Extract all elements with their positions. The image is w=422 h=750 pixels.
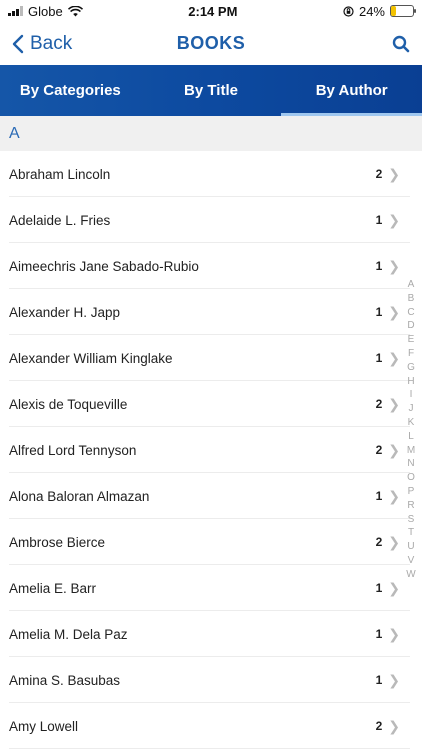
battery-icon: [390, 5, 416, 17]
chevron-right-icon: ❯: [388, 257, 400, 274]
alphabet-index[interactable]: A B C D E F G H I J K L M N O P R S T U …: [404, 278, 418, 582]
chevron-right-icon: ❯: [388, 487, 400, 504]
list-item[interactable]: Alexander William Kinglake 1 ❯: [0, 335, 422, 381]
author-name: Alexis de Toqueville: [9, 396, 128, 412]
book-count: 1: [375, 213, 383, 227]
carrier-label: Globe: [28, 3, 63, 19]
wifi-icon: [67, 5, 83, 16]
chevron-right-icon: ❯: [388, 717, 400, 734]
book-count: 2: [375, 443, 383, 457]
index-letter[interactable]: L: [408, 430, 414, 444]
signal-icon: [8, 6, 23, 16]
back-label: Back: [30, 32, 73, 54]
author-name: Alexander William Kinglake: [9, 350, 173, 366]
list-item[interactable]: Amina S. Basubas 1 ❯: [0, 657, 422, 703]
index-letter[interactable]: E: [408, 333, 415, 347]
list-item[interactable]: Abraham Lincoln 2 ❯: [0, 151, 422, 197]
index-letter[interactable]: U: [407, 540, 414, 554]
chevron-right-icon: ❯: [388, 579, 400, 596]
index-letter[interactable]: S: [408, 513, 415, 527]
chevron-right-icon: ❯: [388, 625, 400, 642]
tab-bar: By Categories By Title By Author: [0, 65, 422, 116]
book-count: 1: [375, 673, 383, 687]
index-letter[interactable]: K: [408, 416, 415, 430]
index-letter[interactable]: N: [407, 457, 414, 471]
index-letter[interactable]: R: [407, 499, 414, 513]
list-item[interactable]: Amy Lowell 2 ❯: [0, 703, 422, 749]
status-right: 24%: [343, 3, 416, 19]
author-name: Amy Lowell: [9, 718, 79, 734]
battery-percent: 24%: [358, 3, 385, 19]
author-name: Abraham Lincoln: [9, 166, 111, 182]
tab-by-title[interactable]: By Title: [141, 65, 282, 116]
author-name: Ambrose Bierce: [9, 534, 106, 550]
section-letter: A: [9, 124, 20, 142]
book-count: 2: [375, 535, 383, 549]
book-count: 2: [375, 719, 383, 733]
book-count: 1: [375, 489, 383, 503]
index-letter[interactable]: H: [407, 375, 414, 389]
index-letter[interactable]: V: [408, 554, 415, 568]
search-icon[interactable]: [392, 35, 410, 53]
status-bar: Globe 2:14 PM 24%: [0, 0, 422, 22]
index-letter[interactable]: F: [408, 347, 414, 361]
author-name: Amina S. Basubas: [9, 672, 121, 688]
tab-by-author[interactable]: By Author: [281, 65, 422, 116]
book-count: 1: [375, 305, 383, 319]
list-item[interactable]: Aimeechris Jane Sabado-Rubio 1 ❯: [0, 243, 422, 289]
page-title: BOOKS: [176, 33, 246, 53]
list-item[interactable]: Alexander H. Japp 1 ❯: [0, 289, 422, 335]
chevron-right-icon: ❯: [388, 671, 400, 688]
orientation-lock-icon: [343, 5, 354, 17]
chevron-right-icon: ❯: [388, 165, 400, 182]
index-letter[interactable]: G: [407, 361, 415, 375]
section-header: A: [0, 116, 422, 151]
index-letter[interactable]: M: [407, 444, 415, 458]
author-name: Adelaide L. Fries: [9, 212, 111, 228]
list-item[interactable]: Ambrose Bierce 2 ❯: [0, 519, 422, 565]
list-item[interactable]: Alfred Lord Tennyson 2 ❯: [0, 427, 422, 473]
index-letter[interactable]: J: [409, 402, 414, 416]
index-letter[interactable]: T: [408, 526, 414, 540]
book-count: 1: [375, 627, 383, 641]
list-item[interactable]: Adelaide L. Fries 1 ❯: [0, 197, 422, 243]
author-name: Alfred Lord Tennyson: [9, 442, 137, 458]
index-letter[interactable]: O: [407, 471, 415, 485]
chevron-right-icon: ❯: [388, 441, 400, 458]
tab-by-categories[interactable]: By Categories: [0, 65, 141, 116]
author-name: Alona Baloran Almazan: [9, 488, 150, 504]
navigation-bar: Back BOOKS: [0, 22, 422, 65]
book-count: 1: [375, 259, 383, 273]
back-button[interactable]: Back: [12, 33, 72, 55]
index-letter[interactable]: B: [408, 292, 415, 306]
chevron-right-icon: ❯: [388, 533, 400, 550]
author-name: Aimeechris Jane Sabado-Rubio: [9, 258, 199, 274]
list-item[interactable]: Alona Baloran Almazan 1 ❯: [0, 473, 422, 519]
book-count: 2: [375, 167, 383, 181]
chevron-left-icon: [12, 34, 24, 53]
book-count: 1: [375, 581, 383, 595]
index-letter[interactable]: I: [410, 388, 413, 402]
book-count: 1: [375, 351, 383, 365]
author-list: Abraham Lincoln 2 ❯ Adelaide L. Fries 1 ❯ …: [0, 151, 422, 749]
index-letter[interactable]: D: [407, 319, 414, 333]
clock: 2:14 PM: [188, 3, 238, 19]
chevron-right-icon: ❯: [388, 303, 400, 320]
index-letter[interactable]: P: [408, 485, 415, 499]
list-item[interactable]: Amelia E. Barr 1 ❯: [0, 565, 422, 611]
book-count: 2: [375, 397, 383, 411]
chevron-right-icon: ❯: [388, 349, 400, 366]
author-name: Amelia M. Dela Paz: [9, 626, 128, 642]
index-letter[interactable]: W: [406, 568, 415, 582]
chevron-right-icon: ❯: [388, 211, 400, 228]
list-item[interactable]: Alexis de Toqueville 2 ❯: [0, 381, 422, 427]
index-letter[interactable]: A: [408, 278, 415, 292]
author-name: Alexander H. Japp: [9, 304, 121, 320]
chevron-right-icon: ❯: [388, 395, 400, 412]
index-letter[interactable]: C: [407, 306, 414, 320]
author-name: Amelia E. Barr: [9, 580, 97, 596]
list-item[interactable]: Amelia M. Dela Paz 1 ❯: [0, 611, 422, 657]
status-left: Globe: [8, 4, 83, 19]
